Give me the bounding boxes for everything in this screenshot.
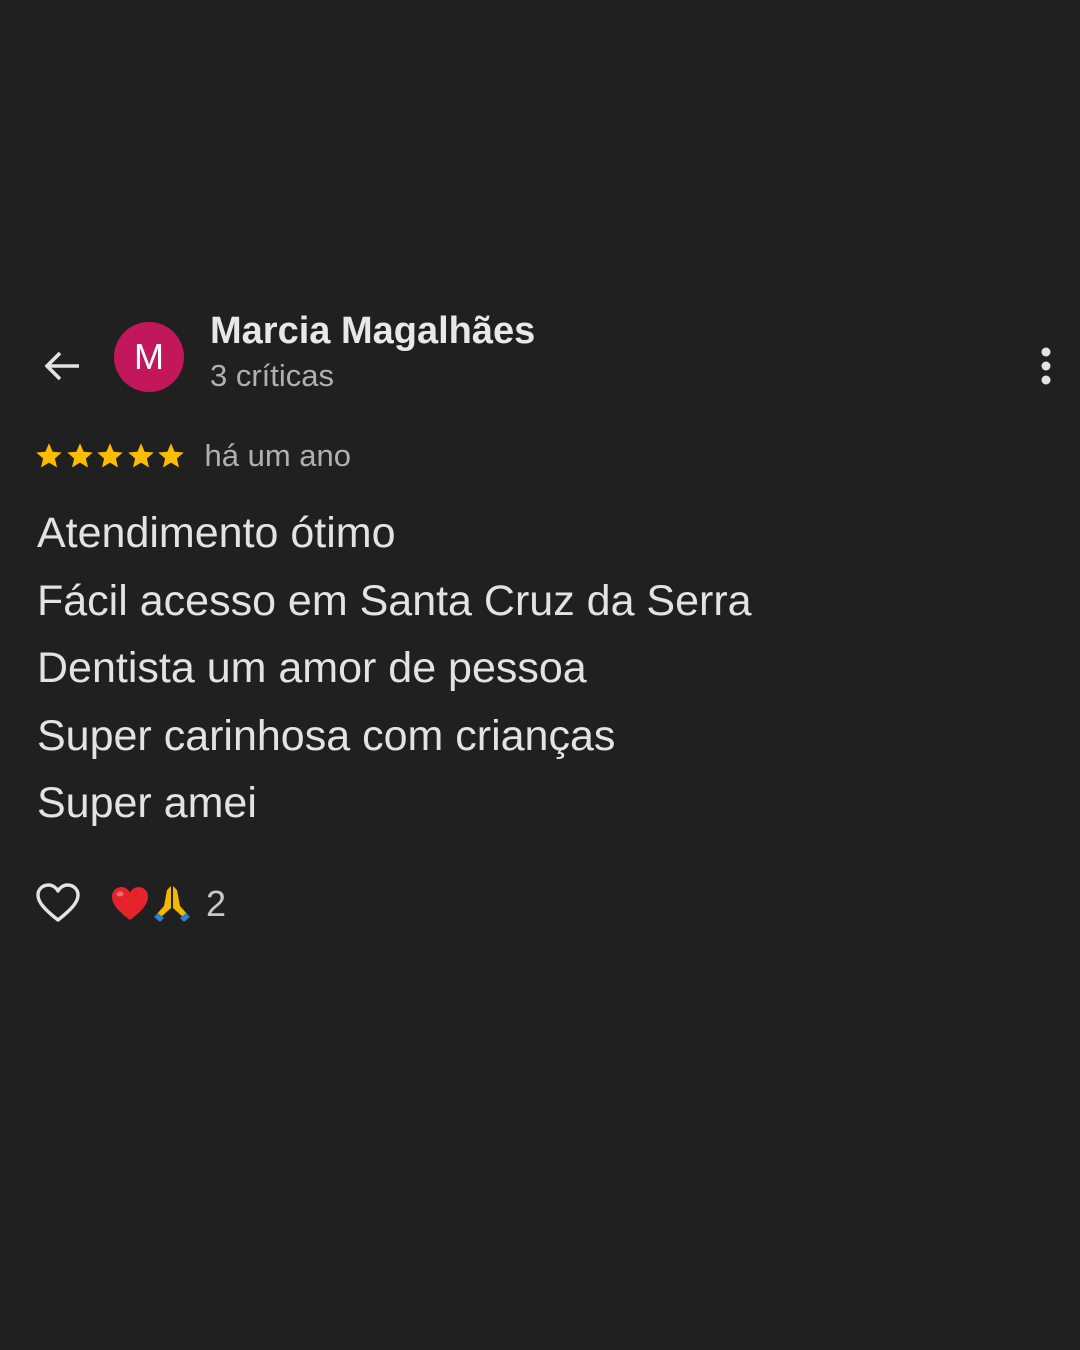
review-line: Atendimento ótimo: [37, 509, 396, 557]
review-line: Super amei: [37, 779, 257, 827]
reviewer-review-count: 3 críticas: [210, 358, 335, 393]
more-options-button[interactable]: [1026, 344, 1066, 388]
star-rating: [34, 441, 187, 471]
star-icon: [66, 443, 93, 468]
back-button[interactable]: [38, 342, 86, 390]
review-line: Dentista um amor de pessoa: [37, 644, 587, 692]
review-header: M Marcia Magalhães 3 críticas: [0, 300, 1080, 420]
praying-hands-icon: [154, 886, 190, 922]
like-button[interactable]: [34, 880, 82, 928]
reaction-summary[interactable]: 2: [110, 883, 226, 925]
avatar[interactable]: M: [114, 322, 184, 392]
reviewer-name[interactable]: Marcia Magalhães: [210, 310, 535, 353]
reactions-row: 2: [34, 878, 226, 930]
heart-outline-icon: [36, 883, 80, 922]
review-time: há um ano: [204, 438, 352, 473]
more-vertical-icon: [1041, 347, 1051, 385]
avatar-letter: M: [134, 336, 164, 377]
star-icon: [36, 443, 62, 468]
red-heart-icon: [112, 887, 148, 920]
star-icon: [127, 443, 154, 468]
review-line: Super carinhosa com crianças: [37, 711, 616, 760]
review-line: Fácil acesso em Santa Cruz da Serra: [37, 576, 752, 625]
review-text: Atendimento ótimo Fácil acesso em Santa …: [37, 500, 1037, 838]
rating-row: há um ano: [34, 436, 351, 476]
arrow-left-icon: [44, 351, 79, 381]
star-icon: [158, 443, 184, 468]
reaction-count: 2: [206, 883, 227, 924]
star-icon: [97, 443, 123, 468]
